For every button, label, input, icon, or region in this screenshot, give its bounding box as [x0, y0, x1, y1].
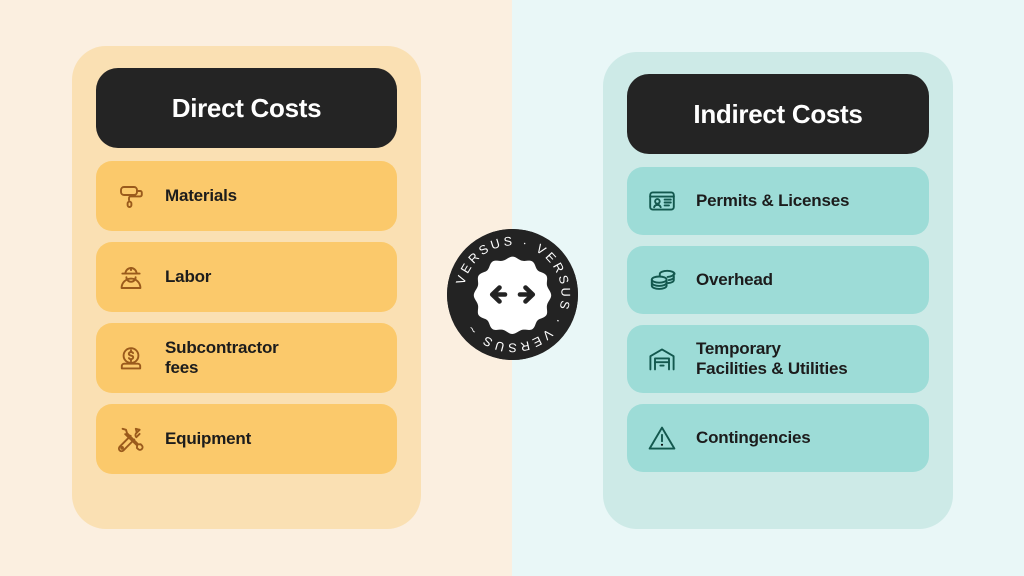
indirect-item-overhead-label: Overhead — [696, 269, 773, 289]
direct-item-labor[interactable]: Labor — [96, 242, 397, 312]
indirect-item-contingencies-label: Contingencies — [696, 427, 811, 447]
indirect-item-permits-licenses[interactable]: Permits & Licenses — [627, 167, 929, 235]
warning-triangle-icon — [645, 421, 679, 455]
direct-item-materials-label: Materials — [165, 185, 237, 205]
direct-item-equipment[interactable]: Equipment — [96, 404, 397, 474]
direct-item-subcontractor-fees[interactable]: Subcontractor fees — [96, 323, 397, 393]
warehouse-icon — [645, 342, 679, 376]
stacked-coins-icon — [645, 263, 679, 297]
id-card-icon — [645, 184, 679, 218]
direct-costs-header: Direct Costs — [96, 68, 397, 148]
direct-costs-panel: Direct Costs Materials Labor Subcontract… — [72, 46, 421, 529]
dollar-coin-tray-icon — [114, 341, 148, 375]
versus-badge: VERSUS · VERSUS · VERSUS ~ — [447, 229, 578, 360]
indirect-item-temporary-facilities-label: Temporary Facilities & Utilities — [696, 338, 848, 378]
direct-item-subcontractor-fees-label: Subcontractor fees — [165, 337, 279, 377]
indirect-costs-panel: Indirect Costs Permits & Licenses Overhe… — [603, 52, 953, 529]
indirect-item-temporary-facilities[interactable]: Temporary Facilities & Utilities — [627, 325, 929, 393]
paint-roller-icon — [114, 179, 148, 213]
indirect-item-permits-licenses-label: Permits & Licenses — [696, 190, 850, 210]
direct-item-labor-label: Labor — [165, 266, 212, 286]
indirect-item-contingencies[interactable]: Contingencies — [627, 404, 929, 472]
direct-item-equipment-label: Equipment — [165, 428, 252, 448]
direct-item-materials[interactable]: Materials — [96, 161, 397, 231]
indirect-item-overhead[interactable]: Overhead — [627, 246, 929, 314]
construction-worker-icon — [114, 260, 148, 294]
indirect-costs-title: Indirect Costs — [693, 98, 863, 129]
indirect-costs-header: Indirect Costs — [627, 74, 929, 154]
direct-costs-title: Direct Costs — [171, 92, 322, 123]
screwdriver-wrench-icon — [114, 422, 148, 456]
